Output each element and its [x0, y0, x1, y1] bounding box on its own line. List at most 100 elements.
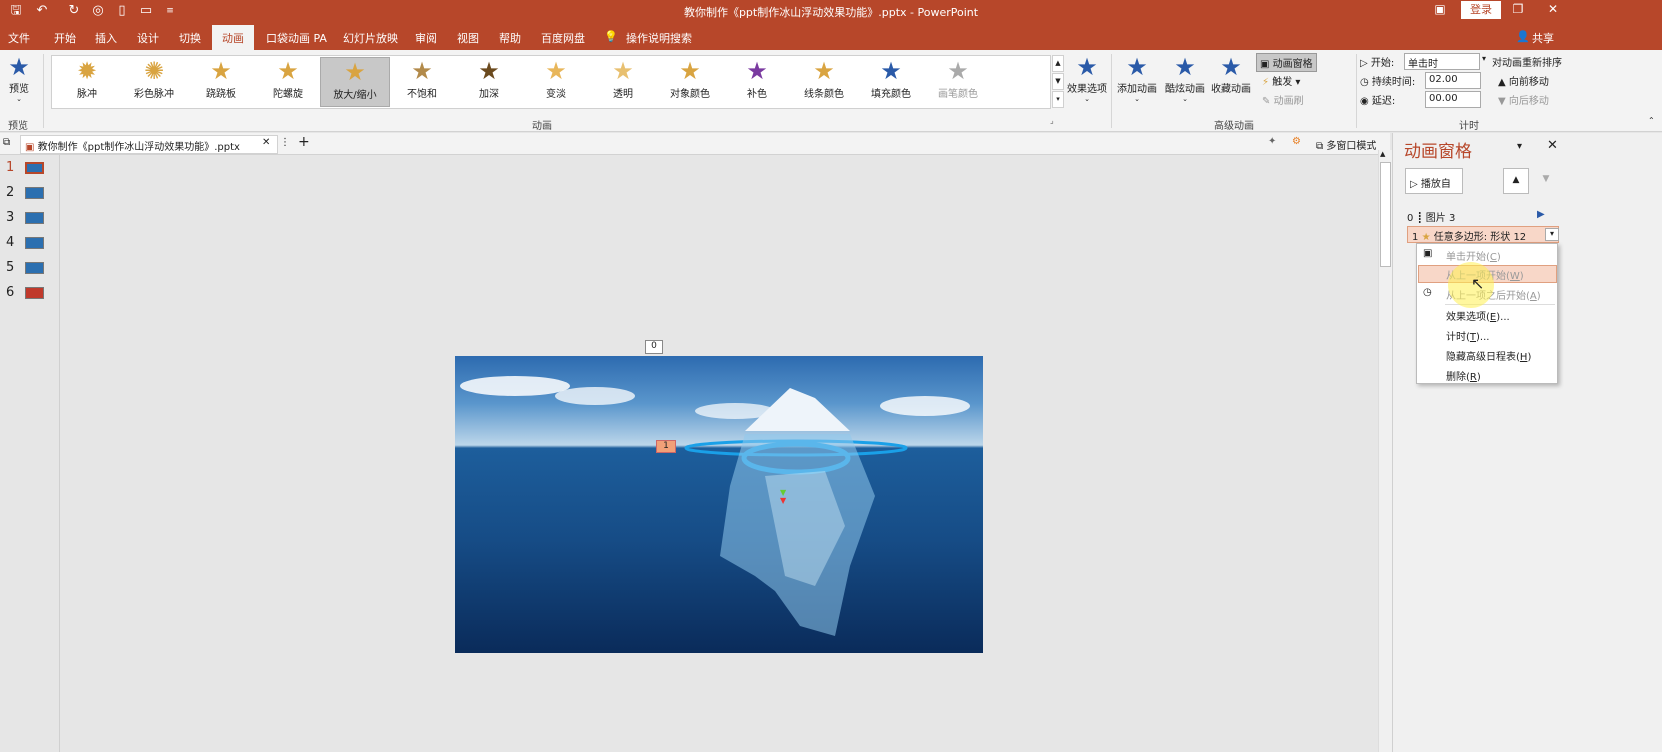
gallery-expand-icon[interactable]: ▾: [1052, 91, 1064, 108]
play-icon: ▷: [1360, 58, 1368, 69]
tab-view[interactable]: 视图: [457, 30, 479, 46]
slide-thumbnail[interactable]: 6: [4, 283, 54, 303]
slide-thumbnail[interactable]: 2: [4, 183, 54, 203]
ribbon-tabs: 文件 开始 插入 设计 切换 动画 口袋动画 PA 幻灯片放映 审阅 视图 帮助…: [0, 22, 1662, 50]
preview-qa-icon[interactable]: ◎: [90, 3, 106, 19]
delay-input[interactable]: 00.00: [1425, 91, 1481, 108]
tab-insert[interactable]: 插入: [95, 30, 117, 46]
close-button[interactable]: ✕: [1538, 2, 1568, 16]
vertical-scrollbar[interactable]: ▲: [1378, 150, 1392, 752]
gallery-item[interactable]: ★ 加深: [454, 57, 524, 107]
gallery-item-selected[interactable]: ★ 放大/缩小: [320, 57, 390, 107]
gallery-item[interactable]: ★ 透明: [588, 57, 658, 107]
collapse-ribbon-icon[interactable]: ⌃: [1648, 116, 1655, 125]
collect-animation-button[interactable]: ★ 收藏动画: [1208, 54, 1254, 95]
add-animation-icon: ★: [1126, 53, 1148, 81]
preview-button[interactable]: ★ 预览 ⌄: [2, 54, 36, 103]
menu-item-timing[interactable]: 计时(T)...: [1446, 328, 1489, 343]
effect-options-button[interactable]: ★ 效果选项 ⌄: [1064, 54, 1110, 103]
gallery-scroll-up-icon[interactable]: ▲: [1052, 55, 1064, 72]
start-select[interactable]: 单击时: [1404, 53, 1480, 70]
gallery-item[interactable]: ★ 对象颜色: [655, 57, 725, 107]
star-icon: ★: [277, 57, 299, 85]
gallery-scroll-down-icon[interactable]: ▼: [1052, 73, 1064, 90]
title-bar: 🖫 ↶ ↻ ◎ ▯ ▭ ≡ 教你制作《ppt制作冰山浮动效果功能》.pptx -…: [0, 0, 1662, 22]
menu-item-effect-options[interactable]: 效果选项(E)...: [1446, 308, 1510, 323]
move-up-button[interactable]: ▲: [1503, 168, 1529, 194]
star-icon: ★: [210, 57, 232, 85]
animation-pane-button[interactable]: ▣ 动画窗格: [1256, 53, 1317, 72]
tab-design[interactable]: 设计: [137, 30, 159, 46]
gallery-item[interactable]: ★ 线条颜色: [789, 57, 859, 107]
save-icon[interactable]: 🖫: [8, 3, 24, 19]
slide-thumbnail[interactable]: 4: [4, 233, 54, 253]
item-dropdown-icon[interactable]: ▾: [1545, 228, 1559, 241]
add-animation-button[interactable]: ★ 添加动画 ⌄: [1114, 54, 1160, 103]
tab-menu-icon[interactable]: ⋮: [280, 137, 290, 148]
move-earlier-button[interactable]: ▲ 向前移动: [1498, 73, 1549, 88]
doc-nav-icon[interactable]: ⧉: [3, 137, 10, 148]
cool-animation-button[interactable]: ★ 酷炫动画 ⌄: [1162, 54, 1208, 103]
tab-pocket-animation[interactable]: 口袋动画 PA: [266, 30, 327, 46]
minimize-button[interactable]: —: [1468, 2, 1498, 16]
share-button[interactable]: 共享: [1532, 30, 1554, 46]
tab-animations[interactable]: 动画: [212, 25, 254, 50]
tab-file[interactable]: 文件: [8, 30, 30, 46]
gallery-item[interactable]: ★ 陀螺旋: [253, 57, 323, 107]
open-file-icon[interactable]: ▭: [138, 3, 154, 19]
customize-qa-icon[interactable]: ≡: [162, 3, 178, 19]
gallery-item[interactable]: ✹ 脉冲: [52, 57, 122, 107]
new-tab-icon[interactable]: +: [298, 134, 310, 150]
gear-icon[interactable]: ⚙: [1292, 136, 1301, 147]
undo-icon[interactable]: ↶: [34, 3, 50, 19]
menu-item-hide-timeline[interactable]: 隐藏高级日程表(H): [1446, 348, 1531, 363]
move-down-button[interactable]: ▼: [1533, 168, 1559, 194]
pane-options-icon[interactable]: ▾: [1517, 141, 1522, 152]
share-icon[interactable]: 👤: [1516, 30, 1530, 43]
tab-home[interactable]: 开始: [54, 30, 76, 46]
tab-transitions[interactable]: 切换: [179, 30, 201, 46]
animation-item[interactable]: 0 ┋ 图片 3: [1407, 209, 1557, 224]
chevron-down-icon[interactable]: ▾: [1482, 54, 1486, 63]
document-tab[interactable]: ▣ 教你制作《ppt制作冰山浮动效果功能》.pptx: [20, 135, 278, 154]
duration-input[interactable]: 02.00: [1425, 72, 1481, 89]
trigger-button[interactable]: ⚡ 触发 ▾: [1262, 73, 1300, 88]
slide-thumbnail[interactable]: 1: [4, 158, 54, 178]
animation-tag-0[interactable]: 0: [645, 340, 663, 354]
animation-item-selected[interactable]: 1 ★ 任意多边形: 形状 12: [1407, 226, 1559, 243]
move-later-button[interactable]: ▼ 向后移动: [1498, 92, 1549, 107]
close-tab-icon[interactable]: ✕: [262, 137, 270, 148]
gallery-item[interactable]: ★ 跷跷板: [186, 57, 256, 107]
animation-brush-button[interactable]: ✎ 动画刷: [1262, 92, 1304, 107]
redo-icon[interactable]: ↻: [66, 3, 82, 19]
ribbon-display-icon[interactable]: ▣: [1425, 2, 1455, 16]
dialog-launcher-icon[interactable]: ⌟: [1050, 116, 1054, 125]
close-pane-icon[interactable]: ✕: [1547, 138, 1558, 153]
menu-item-click-start[interactable]: 单击开始(C): [1446, 248, 1501, 263]
gallery-item[interactable]: ★ 变淡: [521, 57, 591, 107]
search-hint[interactable]: 操作说明搜索: [626, 30, 692, 46]
tab-slideshow[interactable]: 幻灯片放映: [343, 30, 398, 46]
gallery-item[interactable]: ★ 填充颜色: [856, 57, 926, 107]
slide-thumbnail[interactable]: 3: [4, 208, 54, 228]
gallery-item[interactable]: ✺ 彩色脉冲: [119, 57, 189, 107]
gallery-item[interactable]: ★ 不饱和: [387, 57, 457, 107]
tab-baidu-netdisk[interactable]: 百度网盘: [541, 30, 585, 46]
multiwindow-button[interactable]: ⧉ 多窗口模式: [1316, 137, 1376, 152]
menu-item-delete[interactable]: 删除(R): [1446, 368, 1481, 383]
scroll-up-icon[interactable]: ▲: [1380, 150, 1385, 158]
magic-icon[interactable]: ✦: [1268, 136, 1276, 147]
slide-thumbnail[interactable]: 5: [4, 258, 54, 278]
scrollbar-thumb[interactable]: [1380, 162, 1391, 267]
animation-tag-1[interactable]: 1: [656, 440, 676, 453]
star-icon: ✹: [76, 57, 98, 85]
slide[interactable]: [455, 356, 983, 653]
tab-help[interactable]: 帮助: [499, 30, 521, 46]
new-file-icon[interactable]: ▯: [114, 3, 130, 19]
play-from-button[interactable]: ▷ 播放自: [1405, 168, 1463, 194]
powerpoint-file-icon: ▣: [25, 142, 35, 153]
restore-button[interactable]: ❐: [1503, 2, 1533, 16]
tab-review[interactable]: 审阅: [415, 30, 437, 46]
gallery-item[interactable]: ★ 画笔颜色: [923, 57, 993, 107]
gallery-item[interactable]: ★ 补色: [722, 57, 792, 107]
